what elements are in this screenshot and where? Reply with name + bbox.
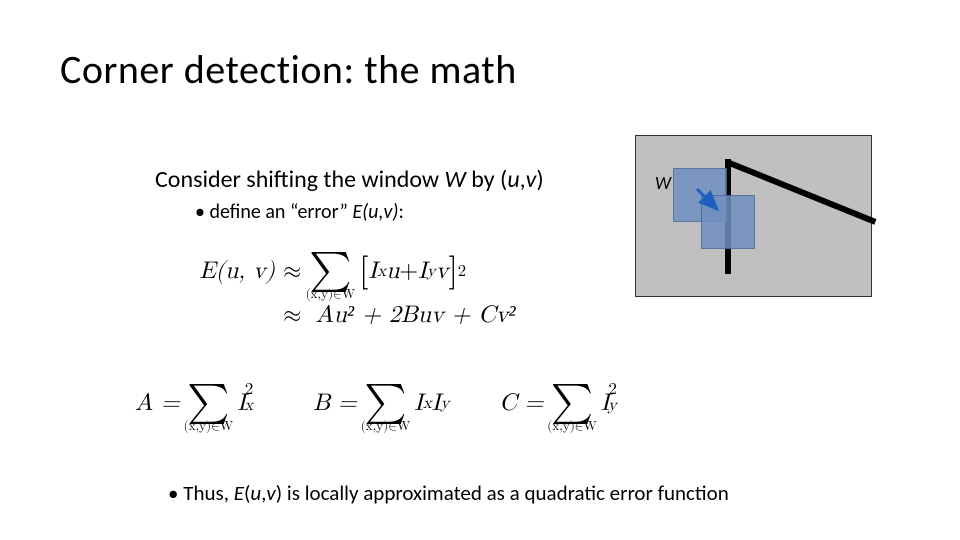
sigma-icon: ∑: [364, 386, 406, 418]
A-lhs: A =: [135, 389, 180, 418]
bullet1-pre: • define an “error”: [195, 200, 352, 224]
A-sum: ∑ (x,y)∈W: [184, 386, 234, 433]
coef-B: B = ∑ (x,y)∈W IxIy: [313, 380, 449, 427]
eq1-approx: ≈: [283, 257, 302, 286]
sigma-icon: ∑: [551, 386, 593, 418]
B-lhs: B =: [313, 389, 357, 418]
sigma-icon: ∑: [187, 386, 229, 418]
C-sum-under: (x,y)∈W: [547, 420, 597, 433]
sigma-icon: ∑: [309, 254, 351, 286]
B-sum: ∑ (x,y)∈W: [361, 386, 411, 433]
bullet-define-error: • define an “error” E(u,v):: [195, 200, 404, 224]
bullet2-u: u: [250, 480, 261, 506]
eq-line1: E(u, v) ≈ ∑ (x,y)∈W [Ixu + Iyv]2: [180, 248, 700, 295]
coef-A: A = ∑ (x,y)∈W I2x: [135, 380, 263, 427]
subhead-text-mid: by (: [466, 165, 507, 194]
eq1-plus: +: [399, 257, 418, 286]
shift-arrow-icon: [693, 185, 725, 217]
eq1-Iy: I: [418, 257, 427, 286]
bullet1-post: :: [398, 200, 403, 224]
slide: Corner detection: the math Consider shif…: [0, 0, 960, 540]
bullet-conclusion: • Thus, E(u,v) is locally approximated a…: [168, 480, 729, 506]
B-sum-under: (x,y)∈W: [361, 420, 411, 433]
bullet2-E: E: [234, 480, 244, 506]
slide-title: Corner detection: the math: [60, 45, 517, 94]
A-subx: x: [244, 396, 253, 416]
eq1-sum: ∑ (x,y)∈W: [306, 254, 356, 301]
eq1-lhs: E(u, v): [199, 259, 275, 283]
eq2-rhs: Au² + 2Buv + Cv²: [316, 301, 516, 330]
A-sum-under: (x,y)∈W: [184, 420, 234, 433]
C-sum: ∑ (x,y)∈W: [547, 386, 597, 433]
bullet2-v: v: [266, 480, 275, 506]
eq2-approx: ≈: [283, 301, 302, 330]
subhead-text-post: ): [536, 165, 543, 194]
bullet2-pre: • Thus,: [168, 480, 234, 506]
B-Iy-sub: y: [440, 394, 449, 414]
eq1-u: u: [386, 257, 399, 286]
eq1-Ix-sub: x: [377, 262, 386, 282]
B-Ix: I: [414, 389, 423, 418]
subhead-v: v: [526, 165, 537, 194]
subhead-line: Consider shifting the window W by (u,v): [155, 165, 544, 194]
eq1-sq: 2: [458, 262, 466, 282]
eq-line2: ≈ Au² + 2Buv + Cv²: [180, 301, 700, 330]
B-Ix-sub: x: [423, 394, 432, 414]
eq1-bracket-close: ]: [448, 251, 457, 292]
subhead-W: W: [444, 165, 465, 194]
eq1-Iy-sub: y: [427, 262, 436, 282]
subhead-u: u: [507, 165, 519, 194]
C-suby: y: [608, 396, 617, 416]
formula-coefficients: A = ∑ (x,y)∈W I2x B = ∑ (x,y)∈W IxIy C =…: [135, 380, 875, 427]
formula-main: E(u, v) ≈ ∑ (x,y)∈W [Ixu + Iyv]2 ≈ Au² +…: [180, 248, 700, 336]
eq1-bracket-open: [: [359, 251, 368, 292]
C-lhs: C =: [499, 389, 543, 418]
eq1-sum-under: (x,y)∈W: [306, 288, 356, 301]
eq1-v: v: [436, 257, 449, 286]
figure-W-label: W: [655, 172, 671, 194]
coef-C: C = ∑ (x,y)∈W I2y: [499, 380, 626, 427]
bullet2-post: is locally approximated as a quadratic e…: [282, 480, 729, 506]
bullet1-E: E(u,v): [352, 200, 398, 224]
eq1-Ix: I: [369, 257, 378, 286]
subhead-text-pre: Consider shifting the window: [155, 165, 444, 194]
